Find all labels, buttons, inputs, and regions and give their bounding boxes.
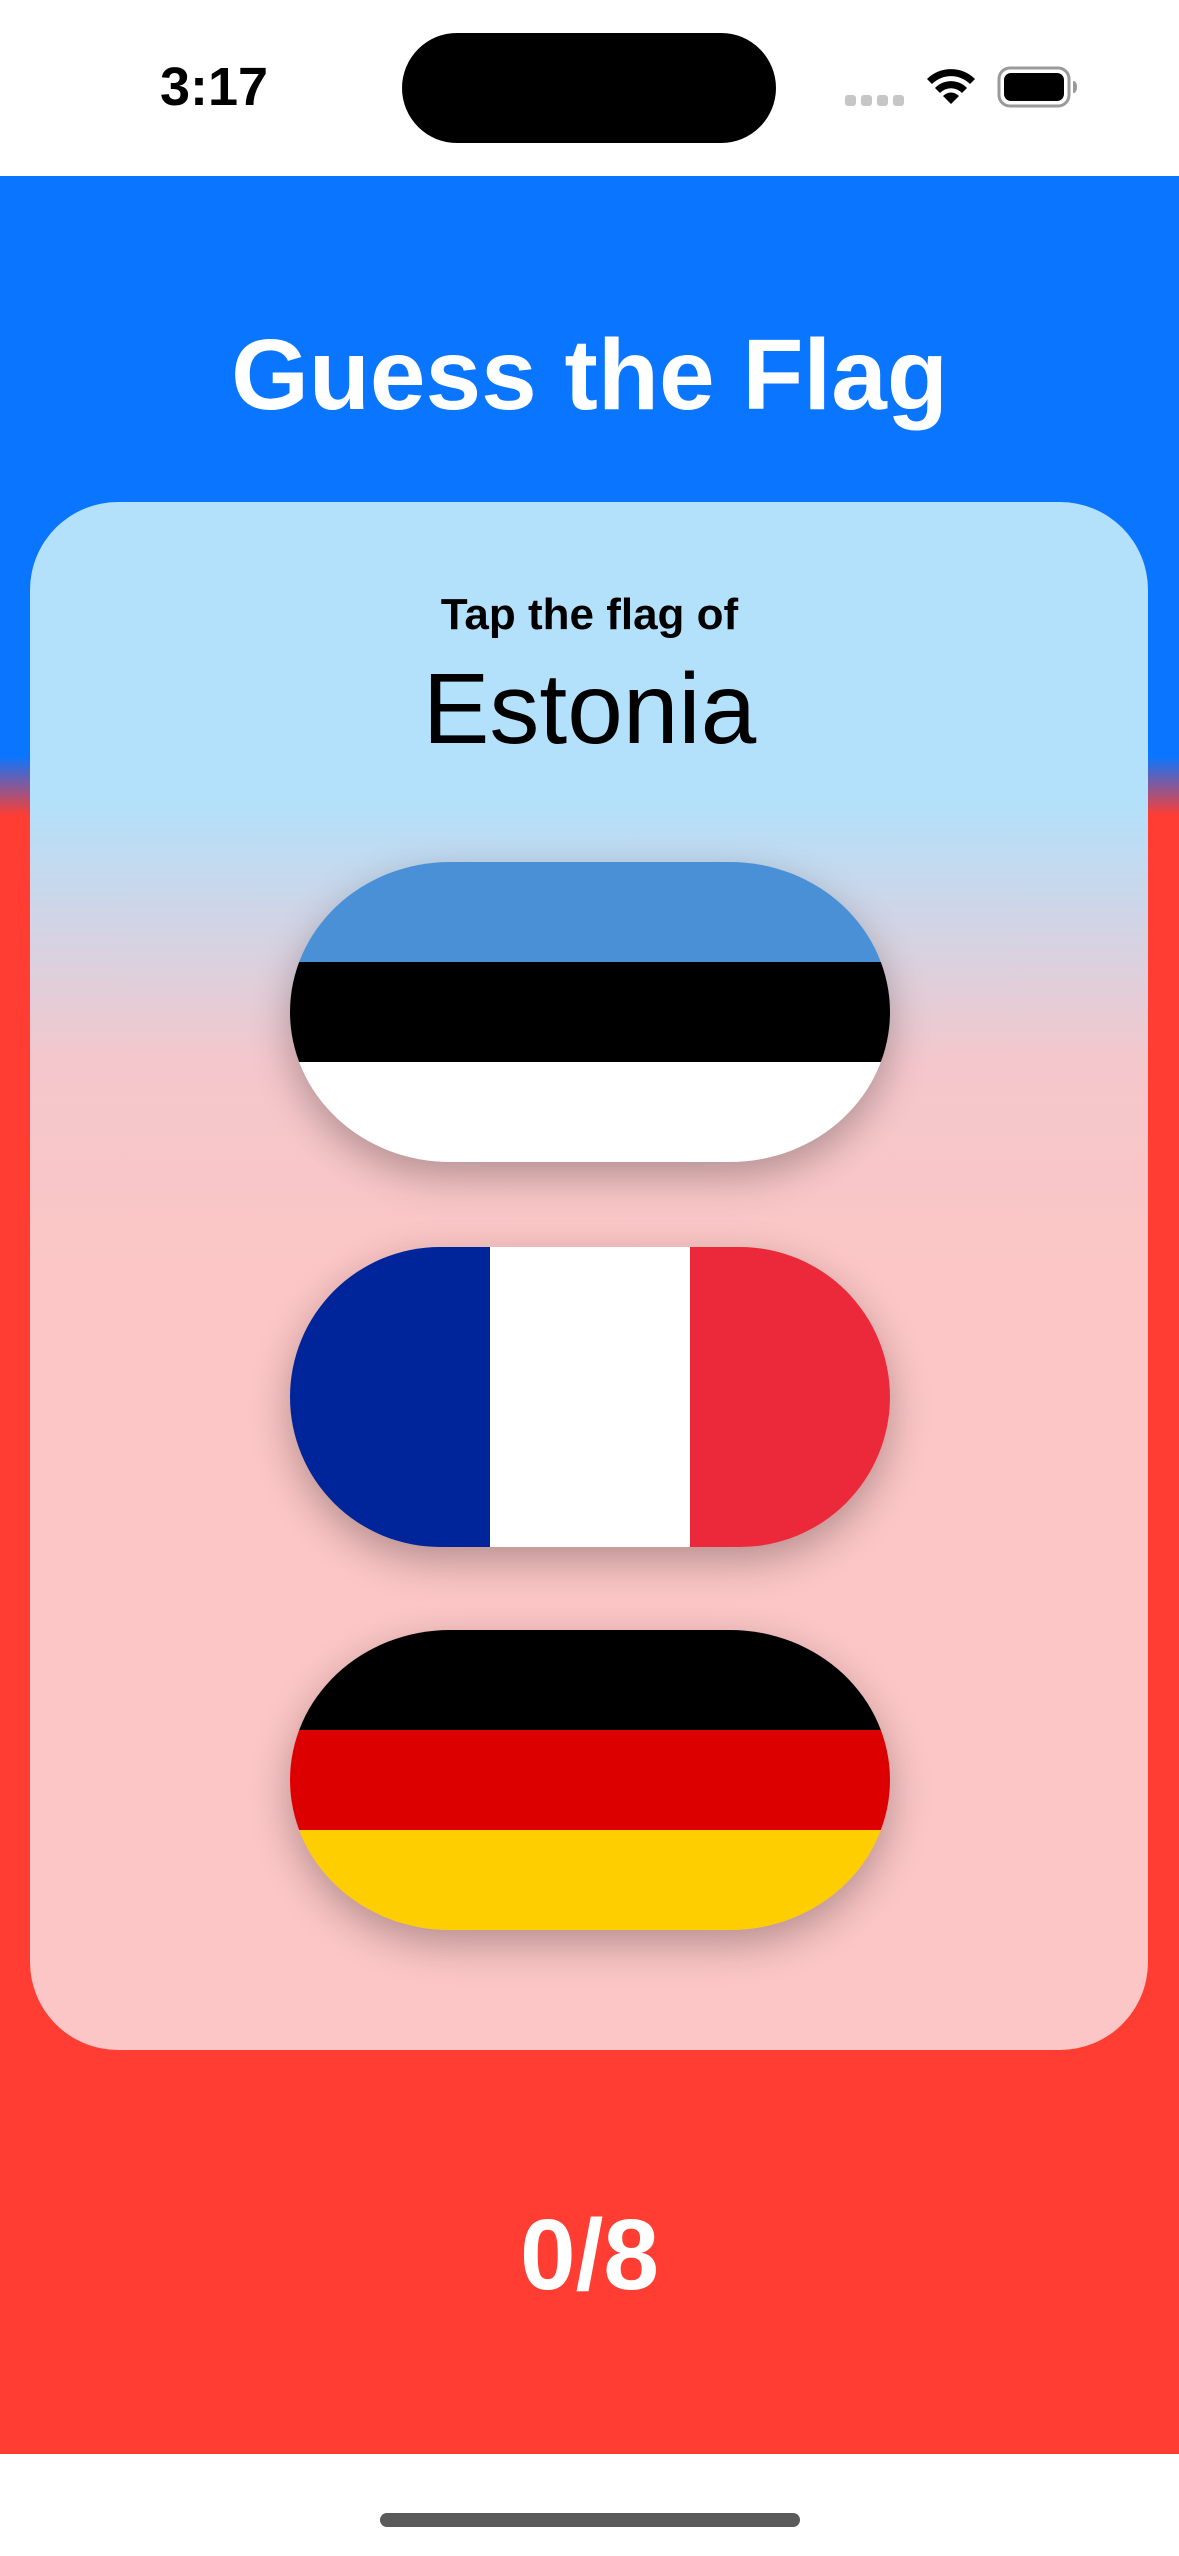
flag-stripe — [290, 962, 890, 1062]
flag-stripe — [290, 1062, 890, 1162]
score-label: 0/8 — [519, 2199, 659, 2311]
page-title: Guess the Flag — [231, 319, 948, 431]
flag-stripe — [490, 1247, 690, 1547]
flag-stripe — [290, 1630, 890, 1730]
flag-estonia-button[interactable] — [290, 862, 890, 1162]
country-name: Estonia — [422, 653, 757, 765]
dynamic-island — [402, 33, 776, 143]
wifi-icon — [927, 69, 975, 104]
home-indicator[interactable] — [380, 2513, 800, 2527]
status-time: 3:17 — [160, 57, 269, 117]
flag-france-button[interactable] — [290, 1247, 890, 1547]
flag-stripe — [690, 1247, 890, 1547]
status-bar: 3:17 — [0, 0, 1179, 176]
flag-stripe — [290, 1247, 490, 1547]
flag-stripe — [290, 862, 890, 962]
prompt-label: Tap the flag of — [440, 590, 739, 639]
flag-stripe — [290, 1730, 890, 1830]
flag-stripe — [290, 1830, 890, 1930]
flag-germany-button[interactable] — [290, 1630, 890, 1930]
bottom-safe-area — [0, 2454, 1179, 2556]
battery-icon — [997, 66, 1077, 108]
cellular-signal-icon — [845, 95, 905, 107]
